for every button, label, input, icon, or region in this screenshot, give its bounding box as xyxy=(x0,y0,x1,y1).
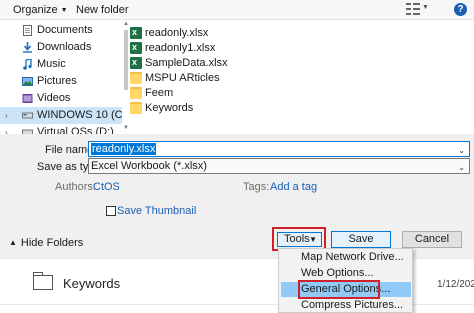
scrollbar-thumb[interactable] xyxy=(124,30,128,90)
save-thumbnail-label[interactable]: Save Thumbnail xyxy=(117,205,196,217)
file-name: readonly1.xlsx xyxy=(145,42,216,54)
file-name: Keywords xyxy=(145,102,194,114)
nav-label: WINDOWS 10 (C:) xyxy=(37,109,122,121)
navigation-pane[interactable]: Documents Downloads Music Pictures Video… xyxy=(0,20,122,134)
menu-item-compress-pictures[interactable]: Compress Pictures... xyxy=(301,298,403,313)
nav-item-downloads[interactable]: Downloads xyxy=(22,39,122,56)
nav-item-windows-drive[interactable]: › WINDOWS 10 (C:) xyxy=(0,107,122,124)
tags-label: Tags: xyxy=(243,181,270,193)
nav-item-pictures[interactable]: Pictures xyxy=(22,73,122,90)
background-date: 1/12/2024 xyxy=(437,279,474,290)
file-name-value: readonly.xlsx xyxy=(91,143,157,155)
nav-label: Documents xyxy=(37,24,93,36)
menu-item-web-options[interactable]: Web Options... xyxy=(301,266,374,281)
music-icon xyxy=(23,59,32,70)
folder-icon xyxy=(130,87,142,99)
file-name: MSPU ARticles xyxy=(145,72,220,84)
tools-button[interactable]: Tools ▼ xyxy=(277,232,322,247)
chevron-down-icon[interactable]: ⌄ xyxy=(458,144,465,158)
nav-item-videos[interactable]: Videos xyxy=(22,90,122,107)
videos-icon xyxy=(22,94,33,103)
file-name: readonly.xlsx xyxy=(145,27,209,39)
file-name-field[interactable]: readonly.xlsx ⌄ xyxy=(88,141,470,157)
save-thumbnail-checkbox[interactable] xyxy=(106,206,116,216)
save-as-type-value: Excel Workbook (*.xlsx) xyxy=(91,160,207,172)
organize-button[interactable]: Organize ▼ xyxy=(13,4,68,16)
excel-file-icon xyxy=(130,25,142,40)
toolbar: Organize ▼ New folder ▼ ? xyxy=(0,0,474,20)
hide-folders-label: Hide Folders xyxy=(20,237,84,249)
downloads-icon xyxy=(23,42,32,53)
nav-label: Videos xyxy=(37,92,71,104)
chevron-right-icon[interactable]: › xyxy=(5,107,8,124)
tools-menu: Map Network Drive... Web Options... Gene… xyxy=(278,248,413,313)
view-options-icon[interactable] xyxy=(406,3,420,15)
help-button[interactable]: ? xyxy=(454,3,467,16)
nav-item-documents[interactable]: Documents xyxy=(22,22,122,39)
general-options-highlight-box xyxy=(298,280,380,299)
authors-label: Authors: xyxy=(55,181,96,193)
excel-file-icon xyxy=(130,55,142,70)
nav-label: Downloads xyxy=(37,41,92,53)
chevron-down-icon[interactable]: ⌄ xyxy=(458,161,465,175)
folder-icon xyxy=(130,72,142,84)
chevron-up-icon: ▲ xyxy=(9,238,17,247)
excel-file-icon xyxy=(130,40,142,55)
nav-item-virtual-drive[interactable]: › Virtual OSs (D:) xyxy=(0,124,122,134)
nav-item-music[interactable]: Music xyxy=(22,56,122,73)
folder-icon xyxy=(130,102,142,114)
chevron-down-icon: ▼ xyxy=(309,235,317,244)
file-name: Feem xyxy=(145,87,174,99)
nav-scrollbar[interactable]: ▲ ▼ xyxy=(122,20,130,134)
save-as-type-select[interactable]: Excel Workbook (*.xlsx) ⌄ xyxy=(88,158,470,174)
drive-icon xyxy=(22,112,33,119)
background-folder-label: Keywords xyxy=(63,276,121,291)
drive-icon xyxy=(22,129,33,134)
nav-label: Music xyxy=(37,58,66,70)
hide-folders-button[interactable]: ▲ Hide Folders xyxy=(9,237,83,249)
pictures-icon xyxy=(22,77,33,86)
menu-item-map-network-drive[interactable]: Map Network Drive... xyxy=(301,250,404,265)
save-as-dialog: Organize ▼ New folder ▼ ? Documents Downl… xyxy=(0,0,474,258)
nav-label: Pictures xyxy=(37,75,77,87)
file-list[interactable]: readonly.xlsx readonly1.xlsx SampleData.… xyxy=(122,20,474,134)
chevron-right-icon[interactable]: › xyxy=(5,124,8,134)
documents-icon xyxy=(23,25,32,36)
save-button[interactable]: Save xyxy=(331,231,391,248)
view-dropdown-icon[interactable]: ▼ xyxy=(422,4,429,11)
nav-label: Virtual OSs (D:) xyxy=(37,126,114,134)
tags-input[interactable]: Add a tag xyxy=(270,181,317,193)
new-folder-button[interactable]: New folder xyxy=(76,4,129,16)
organize-label: Organize xyxy=(13,4,58,16)
chevron-down-icon: ▼ xyxy=(60,7,68,14)
file-name: SampleData.xlsx xyxy=(145,57,228,69)
folder-icon xyxy=(33,272,53,290)
authors-value[interactable]: CtOS xyxy=(93,181,120,193)
scroll-up-icon[interactable]: ▲ xyxy=(123,21,129,27)
cancel-button[interactable]: Cancel xyxy=(402,231,462,248)
scroll-down-icon[interactable]: ▼ xyxy=(123,125,129,131)
tools-label: Tools xyxy=(284,233,310,245)
